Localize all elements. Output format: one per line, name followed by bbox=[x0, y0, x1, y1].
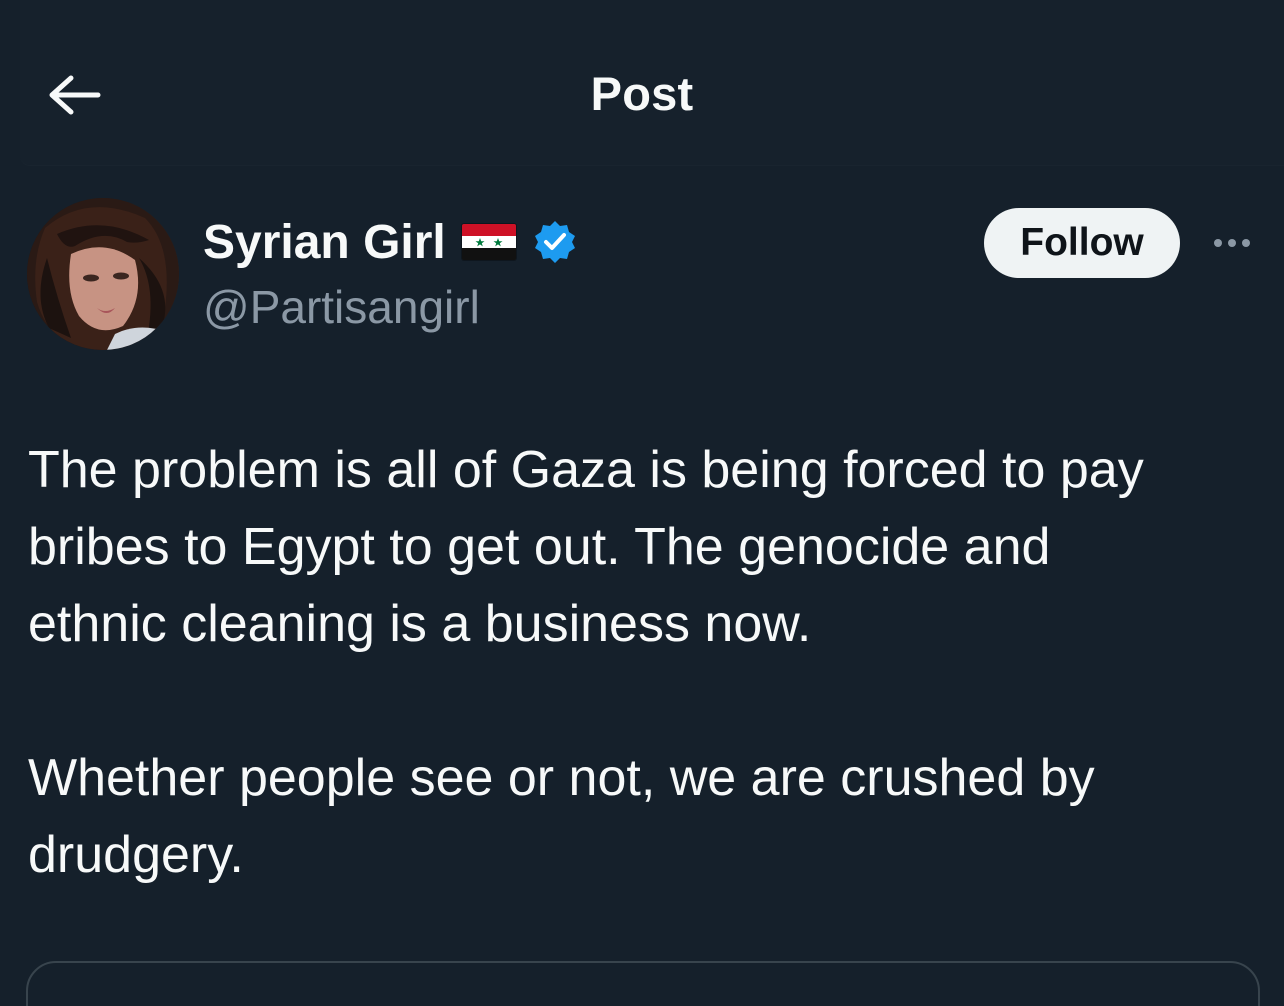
top-bar: Post bbox=[0, 0, 1284, 190]
more-dot bbox=[1242, 239, 1250, 247]
verified-badge-icon[interactable] bbox=[532, 219, 578, 265]
more-dot bbox=[1214, 239, 1222, 247]
more-horizontal-icon[interactable] bbox=[1204, 226, 1260, 260]
avatar-image bbox=[27, 198, 179, 350]
embedded-card[interactable] bbox=[26, 961, 1260, 1006]
follow-button[interactable]: Follow bbox=[984, 208, 1180, 278]
more-dot bbox=[1228, 239, 1236, 247]
avatar[interactable] bbox=[27, 198, 179, 350]
author-handle[interactable]: @Partisangirl bbox=[203, 280, 480, 334]
display-name[interactable]: Syrian Girl bbox=[203, 215, 446, 270]
author-name-row: Syrian Girl bbox=[203, 212, 578, 272]
post-text: The problem is all of Gaza is being forc… bbox=[28, 441, 1144, 884]
post-page: Post Syrian Girl @Partisangirl Follow Th… bbox=[0, 0, 1284, 1006]
page-title: Post bbox=[590, 67, 694, 120]
syria-flag-icon bbox=[461, 224, 516, 260]
